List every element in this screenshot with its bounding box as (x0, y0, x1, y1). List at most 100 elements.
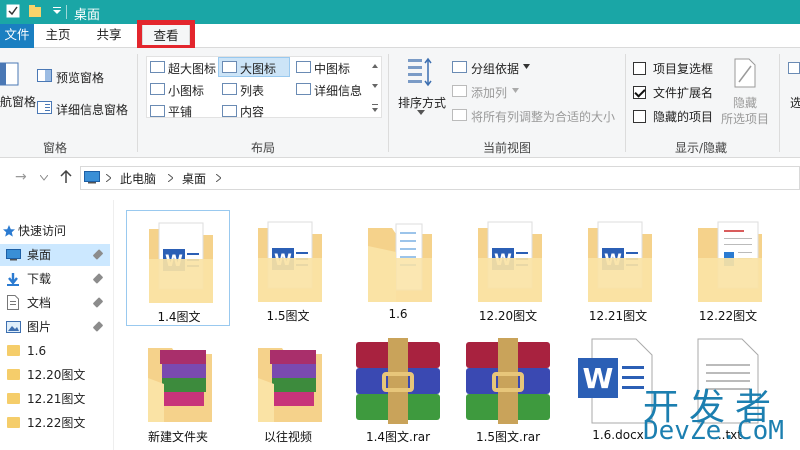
breadcrumb-this-pc[interactable]: 此电脑 (120, 170, 156, 187)
desktop-icon (6, 249, 21, 261)
group-label-layout: 布局 (251, 141, 276, 155)
rar-archive-icon (466, 338, 550, 424)
options-button[interactable]: 选 (790, 94, 800, 111)
add-column-button[interactable]: 添加列 (471, 84, 507, 101)
file-name: 1.5图文.rar (475, 430, 541, 444)
layout-tiles[interactable]: 平铺 (168, 103, 192, 120)
tab-home[interactable]: 主页 (40, 24, 76, 48)
layout-scroll-icon[interactable] (370, 60, 380, 116)
nav-item-desktop[interactable]: 桌面 (0, 244, 110, 266)
svg-text:W: W (583, 362, 614, 395)
new-folder-icon[interactable] (28, 4, 42, 18)
group-label-show-hide: 显示/隐藏 (675, 141, 728, 155)
group-by-button[interactable]: 分组依据 (471, 60, 519, 77)
preview-pane-button[interactable]: 预览窗格 (56, 69, 104, 86)
highlight-box (137, 20, 195, 50)
options-icon (788, 62, 800, 74)
nav-pane-button[interactable]: 航窗格 (0, 93, 36, 110)
folder-books-icon (258, 348, 322, 422)
file-item[interactable]: W 12.20图文 (456, 210, 560, 326)
layout-medium-icons[interactable]: 中图标 (314, 60, 350, 77)
group-separator (625, 54, 626, 152)
folder-books-icon (148, 348, 212, 422)
folder-icon (7, 393, 20, 404)
nav-item-label: 桌面 (27, 248, 52, 262)
nav-item-folder[interactable]: 12.21图文 (0, 388, 110, 410)
folder-document-icon (698, 221, 762, 302)
content-icon (222, 105, 237, 117)
group-label-current-view: 当前视图 (483, 141, 532, 155)
ribbon-tabs: 文件 主页 共享 查看 (0, 24, 800, 140)
breadcrumb-desktop[interactable]: 桌面 (182, 170, 206, 187)
folder-word-icon: W (258, 221, 322, 302)
layout-large-icons[interactable]: 大图标 (240, 60, 276, 77)
file-item[interactable]: 新建文件夹 (126, 334, 230, 450)
layout-content[interactable]: 内容 (240, 103, 264, 120)
computer-icon (84, 171, 100, 184)
title-bar: 桌面 (0, 0, 800, 24)
download-arrow-icon (7, 273, 19, 286)
layout-extra-large-icons[interactable]: 超大图标 (168, 60, 216, 77)
nav-item-label: 1.6 (27, 344, 47, 358)
layout-details[interactable]: 详细信息 (314, 82, 362, 99)
nav-item-folder[interactable]: 12.22图文 (0, 412, 110, 434)
breadcrumb-chevron-icon[interactable] (168, 174, 173, 182)
sort-by-chevron-icon (417, 110, 425, 115)
nav-item-label: 文档 (27, 296, 52, 310)
sort-by-button[interactable]: 排序方式 (398, 94, 446, 111)
large-icons-icon (222, 61, 237, 73)
hidden-items-label: 隐藏的项目 (653, 110, 714, 124)
hide-selected-button-line2: 所选项目 (721, 112, 770, 126)
folder-word-icon: W (478, 221, 542, 302)
size-columns-icon (452, 109, 467, 121)
file-extensions-checkbox[interactable] (633, 86, 646, 99)
layout-list[interactable]: 列表 (240, 82, 264, 99)
file-item[interactable]: W 1.4图文 (126, 210, 230, 326)
tab-share[interactable]: 共享 (90, 24, 128, 48)
pane-divider (113, 200, 114, 450)
star-icon (3, 225, 15, 237)
nav-item-folder[interactable]: 1.6 (0, 340, 110, 362)
nav-pane-icon (0, 62, 19, 86)
breadcrumb-chevron-icon[interactable] (216, 174, 221, 182)
group-by-icon (452, 61, 467, 73)
hide-selected-button[interactable]: 隐藏 (733, 94, 757, 111)
up-arrow-icon[interactable] (60, 170, 72, 184)
nav-quick-access[interactable]: 快速访问 (0, 220, 110, 242)
pin-icon (92, 297, 104, 308)
breadcrumb-chevron-icon[interactable] (106, 174, 111, 182)
file-item[interactable]: W 12.21图文 (566, 210, 670, 326)
file-name: 1.5图文 (266, 309, 310, 323)
file-item[interactable]: 以往视频 (236, 334, 340, 450)
folder-documents-icon (368, 223, 432, 302)
file-item[interactable]: 1.6 (346, 210, 450, 326)
nav-item-documents[interactable]: 文档 (0, 292, 110, 314)
rar-archive-icon (356, 338, 440, 424)
file-item[interactable]: 12.22图文 (676, 210, 780, 326)
navigation-pane: 快速访问 桌面 下载 文档 图片 1.6 12.20图文 12.21图文 12.… (0, 210, 112, 450)
properties-icon[interactable] (6, 4, 20, 18)
hidden-items-checkbox[interactable] (633, 110, 646, 123)
item-checkboxes-checkbox[interactable] (633, 62, 646, 75)
group-separator (779, 54, 780, 152)
file-item[interactable]: W 1.5图文 (236, 210, 340, 326)
file-name: 1.4图文 (157, 310, 201, 324)
picture-icon (6, 321, 21, 333)
details-pane-button[interactable]: 详细信息窗格 (56, 101, 128, 118)
nav-item-downloads[interactable]: 下载 (0, 268, 110, 290)
nav-item-label: 12.22图文 (27, 416, 86, 430)
title-divider (66, 5, 67, 19)
folder-word-icon: W (149, 222, 213, 303)
size-columns-button[interactable]: 将所有列调整为合适的大小 (471, 108, 615, 125)
file-item[interactable]: 1.5图文.rar (456, 334, 560, 450)
group-separator (388, 54, 389, 152)
file-name: 12.21图文 (588, 309, 648, 323)
nav-item-pictures[interactable]: 图片 (0, 316, 110, 338)
file-item[interactable]: 1.4图文.rar (346, 334, 450, 450)
customize-toolbar-chevron-icon[interactable] (50, 4, 64, 18)
back-arrow-icon[interactable]: → (15, 169, 27, 185)
layout-small-icons[interactable]: 小图标 (168, 82, 204, 99)
recent-chevron-icon[interactable] (40, 175, 48, 181)
medium-icons-icon (296, 61, 311, 73)
nav-item-folder[interactable]: 12.20图文 (0, 364, 110, 386)
